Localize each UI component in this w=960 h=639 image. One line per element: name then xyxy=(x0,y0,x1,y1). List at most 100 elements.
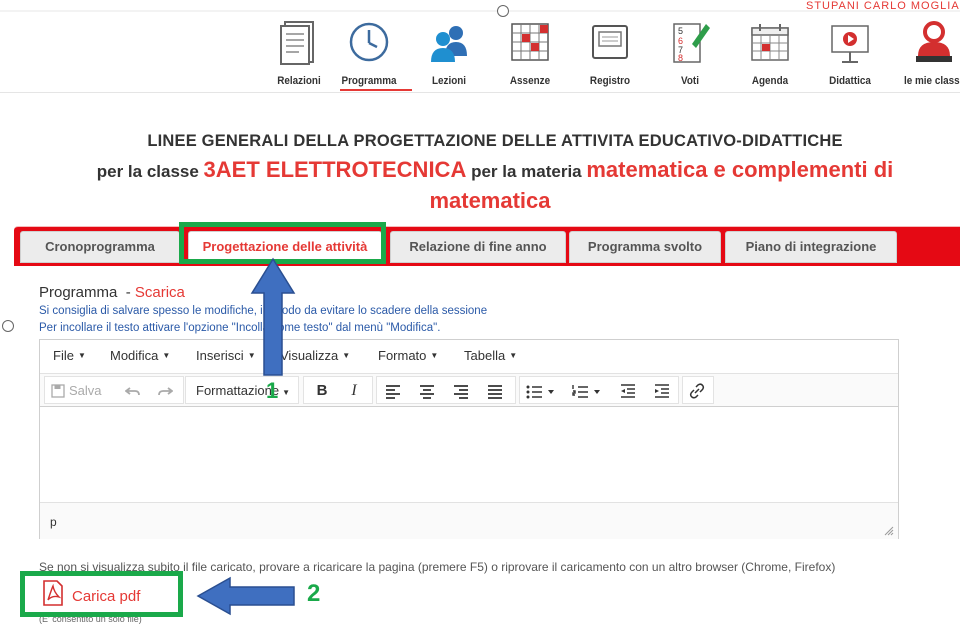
floppy-icon xyxy=(51,384,65,398)
menu-modifica[interactable]: Modifica ▼ xyxy=(110,348,170,363)
link-icon xyxy=(689,383,705,399)
editor-statusbar: p xyxy=(40,502,898,539)
redo-button[interactable] xyxy=(157,380,177,402)
menu-tabella[interactable]: Tabella ▼ xyxy=(464,348,517,363)
italic-button[interactable]: I xyxy=(344,380,364,402)
outdent-button[interactable] xyxy=(620,380,638,402)
svg-text:5: 5 xyxy=(678,26,683,36)
annotation-arrow-left xyxy=(196,576,295,616)
page-subtitle: per la classe 3AET ELETTROTECNICA per la… xyxy=(0,157,960,183)
save-button[interactable]: Salva xyxy=(51,380,113,402)
align-right-icon xyxy=(454,385,468,399)
tab-relazione-fine-anno[interactable]: Relazione di fine anno xyxy=(390,231,566,263)
align-justify-icon xyxy=(488,385,502,399)
nav-label-didattica: Didattica xyxy=(829,75,871,87)
tab-cronoprogramma[interactable]: Cronoprogramma xyxy=(20,231,180,263)
toolbar-group-lists xyxy=(519,376,679,404)
bullet-list-icon xyxy=(526,385,554,399)
subject-name: matematica e complementi di xyxy=(586,157,894,182)
caret-down-icon: ▼ xyxy=(77,351,86,360)
resize-handle-left xyxy=(2,320,14,332)
nav-label-programma: Programma xyxy=(341,75,397,87)
svg-text:8: 8 xyxy=(678,53,683,63)
menu-inserisci-label: Inserisci xyxy=(196,348,244,363)
subject-name-continued: matematica xyxy=(0,188,960,214)
link-button[interactable] xyxy=(689,380,707,402)
toolbar-group-align xyxy=(376,376,516,404)
bold-button[interactable]: B xyxy=(312,380,332,402)
menu-file-label: File xyxy=(53,348,74,363)
paste-hint: Per incollare il testo attivare l'opzion… xyxy=(39,322,441,334)
editor-toolbar: Salva Formattazione ▼ B I xyxy=(40,373,898,407)
section-title-text: Programma xyxy=(39,284,118,301)
numbered-list-icon xyxy=(572,385,600,398)
menu-formato[interactable]: Formato ▼ xyxy=(378,348,438,363)
caret-down-icon: ▼ xyxy=(509,351,518,360)
toolbar-group-style: B I xyxy=(303,376,373,404)
document-icon xyxy=(280,21,314,65)
tab-programma-svolto[interactable]: Programma svolto xyxy=(569,231,721,263)
nav-divider xyxy=(0,92,960,93)
nav-item-registro[interactable]: Registro xyxy=(573,16,647,92)
register-icon xyxy=(592,25,628,59)
person-icon xyxy=(916,21,952,62)
element-path: p xyxy=(50,515,57,529)
format-dropdown[interactable]: Formattazione ▼ xyxy=(196,380,296,402)
annotation-number-2: 2 xyxy=(307,580,321,607)
editor-menubar: File ▼ Modifica ▼ Inserisci ▼ Visualizza ▼ F… xyxy=(40,340,898,372)
calendar-icon xyxy=(751,24,789,61)
user-name-cut: STUPANI CARLO MOGLIA xyxy=(806,0,960,12)
menu-tabella-label: Tabella xyxy=(464,348,506,363)
toolbar-group-link xyxy=(682,376,714,404)
nav-item-programma[interactable]: Programma xyxy=(332,16,412,92)
people-icon xyxy=(431,26,467,62)
menu-inserisci[interactable]: Inserisci ▼ xyxy=(196,348,256,363)
bullet-list-button[interactable] xyxy=(526,380,560,402)
menu-formato-label: Formato xyxy=(378,348,427,363)
tab-piano-integrazione[interactable]: Piano di integrazione xyxy=(725,231,897,263)
numbered-list-button[interactable] xyxy=(572,380,606,402)
nav-label-agenda: Agenda xyxy=(751,75,789,87)
toolbar-group-history: Salva xyxy=(44,376,184,404)
class-name: 3AET ELETTROTECNICA xyxy=(203,157,467,182)
nav-label-registro: Registro xyxy=(589,75,631,87)
menu-file[interactable]: File ▼ xyxy=(53,348,86,363)
page-title: LINEE GENERALI DELLA PROGETTAZIONE DELLE… xyxy=(147,132,843,150)
indent-button[interactable] xyxy=(654,380,672,402)
grid-icon xyxy=(511,23,549,61)
nav-item-voti[interactable]: 5 6 7 8 Voti xyxy=(653,16,727,92)
nav-item-le-mie-classi[interactable]: le mie classi xyxy=(894,16,960,92)
nav-label-lezioni: Lezioni xyxy=(431,75,467,87)
download-link[interactable]: Scarica xyxy=(135,284,185,301)
redo-icon xyxy=(158,387,173,396)
grades-icon: 5 6 7 8 xyxy=(673,23,710,63)
nav-item-relazioni[interactable]: Relazioni xyxy=(262,16,336,92)
editor-content-area[interactable] xyxy=(40,407,898,502)
section-separator: - xyxy=(117,284,135,301)
align-left-icon xyxy=(386,385,400,399)
indent-icon xyxy=(655,384,669,398)
annotation-arrow-up xyxy=(250,257,296,376)
align-center-icon xyxy=(420,385,434,399)
undo-button[interactable] xyxy=(125,380,145,402)
nav-label-relazioni: Relazioni xyxy=(277,75,321,87)
align-center-button[interactable] xyxy=(419,380,437,402)
nav-item-agenda[interactable]: Agenda xyxy=(733,16,807,92)
section-title: Programma - Scarica xyxy=(39,284,185,301)
align-left-button[interactable] xyxy=(385,380,403,402)
menu-modifica-label: Modifica xyxy=(110,348,159,363)
annotation-number-1: 1 xyxy=(266,378,279,403)
nav-item-didattica[interactable]: Didattica xyxy=(813,16,887,92)
caret-down-icon: ▼ xyxy=(162,351,171,360)
nav-item-lezioni[interactable]: Lezioni xyxy=(412,16,486,92)
nav-label-voti: Voti xyxy=(681,75,699,87)
align-justify-button[interactable] xyxy=(487,380,505,402)
caret-down-icon: ▼ xyxy=(430,351,439,360)
toolbar-group-format: Formattazione ▼ xyxy=(185,376,299,404)
subtitle-middle: per la materia xyxy=(466,162,587,181)
annotation-box-upload xyxy=(20,571,183,617)
nav-item-assenze[interactable]: Assenze xyxy=(493,16,567,92)
tab-bar: Cronoprogramma Progettazione delle attiv… xyxy=(14,226,960,266)
align-right-button[interactable] xyxy=(453,380,471,402)
resize-grip-icon[interactable] xyxy=(884,526,894,536)
